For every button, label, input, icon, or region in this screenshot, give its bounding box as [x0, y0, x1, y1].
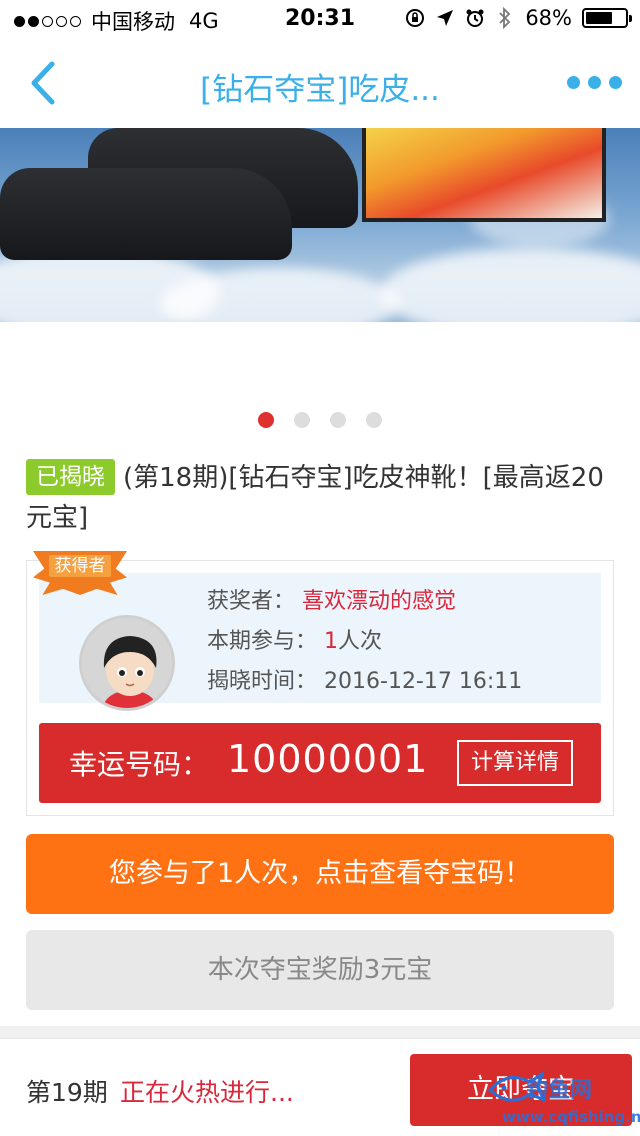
navigation-bar: [钻石夺宝]吃皮...	[0, 40, 640, 128]
carousel-dot[interactable]	[258, 412, 274, 428]
lucky-number-bar: 幸运号码： 10000001 计算详情	[39, 723, 601, 803]
lucky-number-label: 幸运号码：	[69, 748, 210, 781]
lucky-number: 10000001	[227, 737, 429, 781]
winner-ribbon: 获得者	[33, 551, 127, 599]
carousel-dot[interactable]	[366, 412, 382, 428]
reveal-time-row: 揭晓时间： 2016-12-17 16:11	[207, 663, 522, 695]
bluetooth-icon	[495, 7, 515, 29]
reward-info-button[interactable]: 本次夺宝奖励3元宝	[26, 930, 614, 1010]
reveal-time-label: 揭晓时间：	[207, 669, 318, 694]
product-title-block: 已揭晓 (第18期)[钻石夺宝]吃皮神靴！[最高返20元宝]	[26, 458, 616, 538]
winner-avatar[interactable]	[79, 615, 175, 711]
winner-card: 获奖者： 喜欢漂动的感觉 本期参与： 1人次 揭晓时间： 2016-12-17 …	[26, 551, 614, 816]
carousel-dot[interactable]	[330, 412, 346, 428]
chevron-left-icon	[31, 61, 55, 105]
location-arrow-icon	[435, 8, 455, 28]
page-title: [钻石夺宝]吃皮...	[200, 72, 440, 108]
section-divider	[0, 1026, 640, 1038]
reveal-time-value: 2016-12-17 16:11	[324, 669, 523, 694]
join-now-button[interactable]: 立即夺宝	[410, 1054, 632, 1126]
bottom-bar: 第19期 正在火热进行... 立即夺宝	[0, 1038, 640, 1136]
next-period-label: 第19期	[26, 1078, 108, 1107]
product-panel-image	[362, 128, 606, 222]
battery-icon	[582, 8, 632, 28]
more-button[interactable]	[567, 76, 622, 89]
participation-row: 本期参与： 1人次	[207, 623, 382, 655]
ribbon-label: 获得者	[49, 555, 111, 577]
product-image-carousel[interactable]	[0, 128, 640, 322]
alarm-icon	[465, 8, 485, 28]
participation-label: 本期参与：	[207, 629, 318, 654]
participation-count: 1	[324, 629, 339, 654]
battery-percent: 68%	[525, 6, 572, 30]
view-codes-button[interactable]: 您参与了1人次，点击查看夺宝码！	[26, 834, 614, 914]
calculation-details-button[interactable]: 计算详情	[457, 740, 573, 786]
more-dots-icon	[567, 76, 580, 89]
participation-unit: 人次	[338, 629, 383, 654]
winner-label: 获奖者：	[207, 589, 296, 614]
winner-row: 获奖者： 喜欢漂动的感觉	[207, 583, 456, 615]
carousel-spacer	[0, 322, 640, 392]
carousel-dot[interactable]	[294, 412, 310, 428]
status-right: 68%	[405, 6, 632, 30]
revealed-badge: 已揭晓	[26, 459, 115, 495]
rotation-lock-icon	[405, 8, 425, 28]
carousel-indicator	[0, 412, 640, 428]
winner-name[interactable]: 喜欢漂动的感觉	[302, 589, 456, 614]
status-bar: 中国移动 4G 20:31 68%	[0, 0, 640, 40]
back-button[interactable]	[22, 58, 66, 108]
next-period-status[interactable]: 正在火热进行...	[120, 1073, 294, 1109]
